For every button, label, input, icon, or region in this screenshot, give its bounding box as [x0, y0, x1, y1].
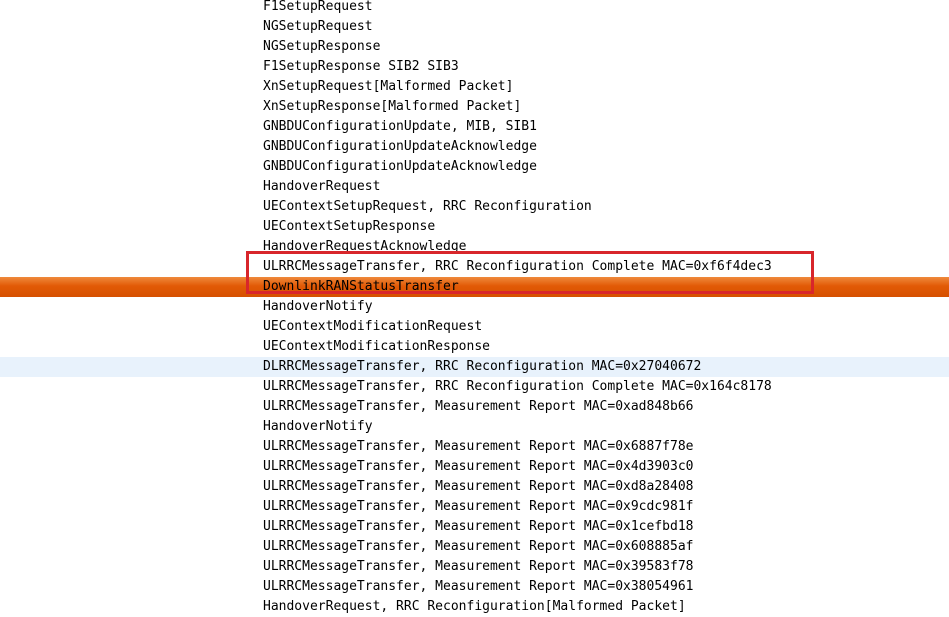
packet-row[interactable]: ULRRCMessageTransfer, Measurement Report…	[0, 457, 949, 477]
packet-info: XnSetupResponse[Malformed Packet]	[263, 99, 522, 114]
packet-row-hovered[interactable]: DLRRCMessageTransfer, RRC Reconfiguratio…	[0, 357, 949, 377]
packet-info: GNBDUConfigurationUpdate, MIB, SIB1	[263, 119, 537, 134]
packet-row[interactable]: HandoverNotify	[0, 297, 949, 317]
packet-info: ULRRCMessageTransfer, Measurement Report…	[263, 519, 694, 534]
packet-info: ULRRCMessageTransfer, Measurement Report…	[263, 459, 694, 474]
packet-info: GNBDUConfigurationUpdateAcknowledge	[263, 159, 537, 174]
packet-info: F1SetupRequest	[263, 0, 373, 14]
packet-row[interactable]: UEContextSetupRequest, RRC Reconfigurati…	[0, 197, 949, 217]
packet-info: GNBDUConfigurationUpdateAcknowledge	[263, 139, 537, 154]
packet-row[interactable]: GNBDUConfigurationUpdate, MIB, SIB1	[0, 117, 949, 137]
packet-info: ULRRCMessageTransfer, Measurement Report…	[263, 479, 694, 494]
packet-row[interactable]: ULRRCMessageTransfer, RRC Reconfiguratio…	[0, 257, 949, 277]
packet-row[interactable]: UEContextSetupResponse	[0, 217, 949, 237]
packet-row[interactable]: F1SetupResponse SIB2 SIB3	[0, 57, 949, 77]
packet-info: HandoverNotify	[263, 299, 373, 314]
packet-info: ULRRCMessageTransfer, Measurement Report…	[263, 399, 694, 414]
packet-row[interactable]: ULRRCMessageTransfer, Measurement Report…	[0, 517, 949, 537]
packet-row[interactable]: HandoverRequestAcknowledge	[0, 237, 949, 257]
packet-row[interactable]: ULRRCMessageTransfer, Measurement Report…	[0, 477, 949, 497]
packet-info: HandoverRequest	[263, 179, 381, 194]
packet-row[interactable]: XnSetupRequest[Malformed Packet]	[0, 77, 949, 97]
packet-info: DownlinkRANStatusTransfer	[263, 279, 459, 294]
packet-row[interactable]: HandoverNotify	[0, 417, 949, 437]
packet-info: NGSetupResponse	[263, 39, 381, 54]
packet-row[interactable]: ULRRCMessageTransfer, RRC Reconfiguratio…	[0, 377, 949, 397]
packet-row[interactable]: ULRRCMessageTransfer, Measurement Report…	[0, 497, 949, 517]
packet-row[interactable]: ULRRCMessageTransfer, Measurement Report…	[0, 437, 949, 457]
packet-info: NGSetupRequest	[263, 19, 373, 34]
packet-info: ULRRCMessageTransfer, RRC Reconfiguratio…	[263, 259, 772, 274]
packet-row[interactable]: HandoverRequest	[0, 177, 949, 197]
packet-info: UEContextModificationRequest	[263, 319, 483, 334]
packet-info: UEContextModificationResponse	[263, 339, 490, 354]
packet-info: ULRRCMessageTransfer, RRC Reconfiguratio…	[263, 379, 772, 394]
packet-row-selected[interactable]: DownlinkRANStatusTransfer	[0, 277, 949, 297]
packet-info: ULRRCMessageTransfer, Measurement Report…	[263, 559, 694, 574]
packet-row[interactable]: ULRRCMessageTransfer, Measurement Report…	[0, 577, 949, 597]
packet-row[interactable]: ULRRCMessageTransfer, Measurement Report…	[0, 397, 949, 417]
packet-row[interactable]: GNBDUConfigurationUpdateAcknowledge	[0, 137, 949, 157]
packet-row[interactable]: ULRRCMessageTransfer, Measurement Report…	[0, 557, 949, 577]
packet-row[interactable]: NGSetupResponse	[0, 37, 949, 57]
packet-info: ULRRCMessageTransfer, Measurement Report…	[263, 579, 694, 594]
packet-list: F1SetupRequest NGSetupRequest NGSetupRes…	[0, 0, 949, 617]
packet-info: XnSetupRequest[Malformed Packet]	[263, 79, 514, 94]
packet-info: HandoverNotify	[263, 419, 373, 434]
packet-row[interactable]: UEContextModificationRequest	[0, 317, 949, 337]
packet-info: UEContextSetupResponse	[263, 219, 436, 234]
packet-row[interactable]: ULRRCMessageTransfer, Measurement Report…	[0, 537, 949, 557]
packet-row[interactable]: F1SetupRequest	[0, 0, 949, 17]
packet-info: DLRRCMessageTransfer, RRC Reconfiguratio…	[263, 359, 702, 374]
packet-info: ULRRCMessageTransfer, Measurement Report…	[263, 499, 694, 514]
packet-row[interactable]: UEContextModificationResponse	[0, 337, 949, 357]
packet-info: ULRRCMessageTransfer, Measurement Report…	[263, 439, 694, 454]
packet-row[interactable]: GNBDUConfigurationUpdateAcknowledge	[0, 157, 949, 177]
packet-info: ULRRCMessageTransfer, Measurement Report…	[263, 539, 694, 554]
packet-info: HandoverRequest, RRC Reconfiguration[Mal…	[263, 599, 686, 614]
packet-row[interactable]: HandoverRequest, RRC Reconfiguration[Mal…	[0, 597, 949, 617]
packet-info: HandoverRequestAcknowledge	[263, 239, 467, 254]
packet-row[interactable]: NGSetupRequest	[0, 17, 949, 37]
packet-row[interactable]: XnSetupResponse[Malformed Packet]	[0, 97, 949, 117]
packet-info: UEContextSetupRequest, RRC Reconfigurati…	[263, 199, 592, 214]
packet-info: F1SetupResponse SIB2 SIB3	[263, 59, 459, 74]
